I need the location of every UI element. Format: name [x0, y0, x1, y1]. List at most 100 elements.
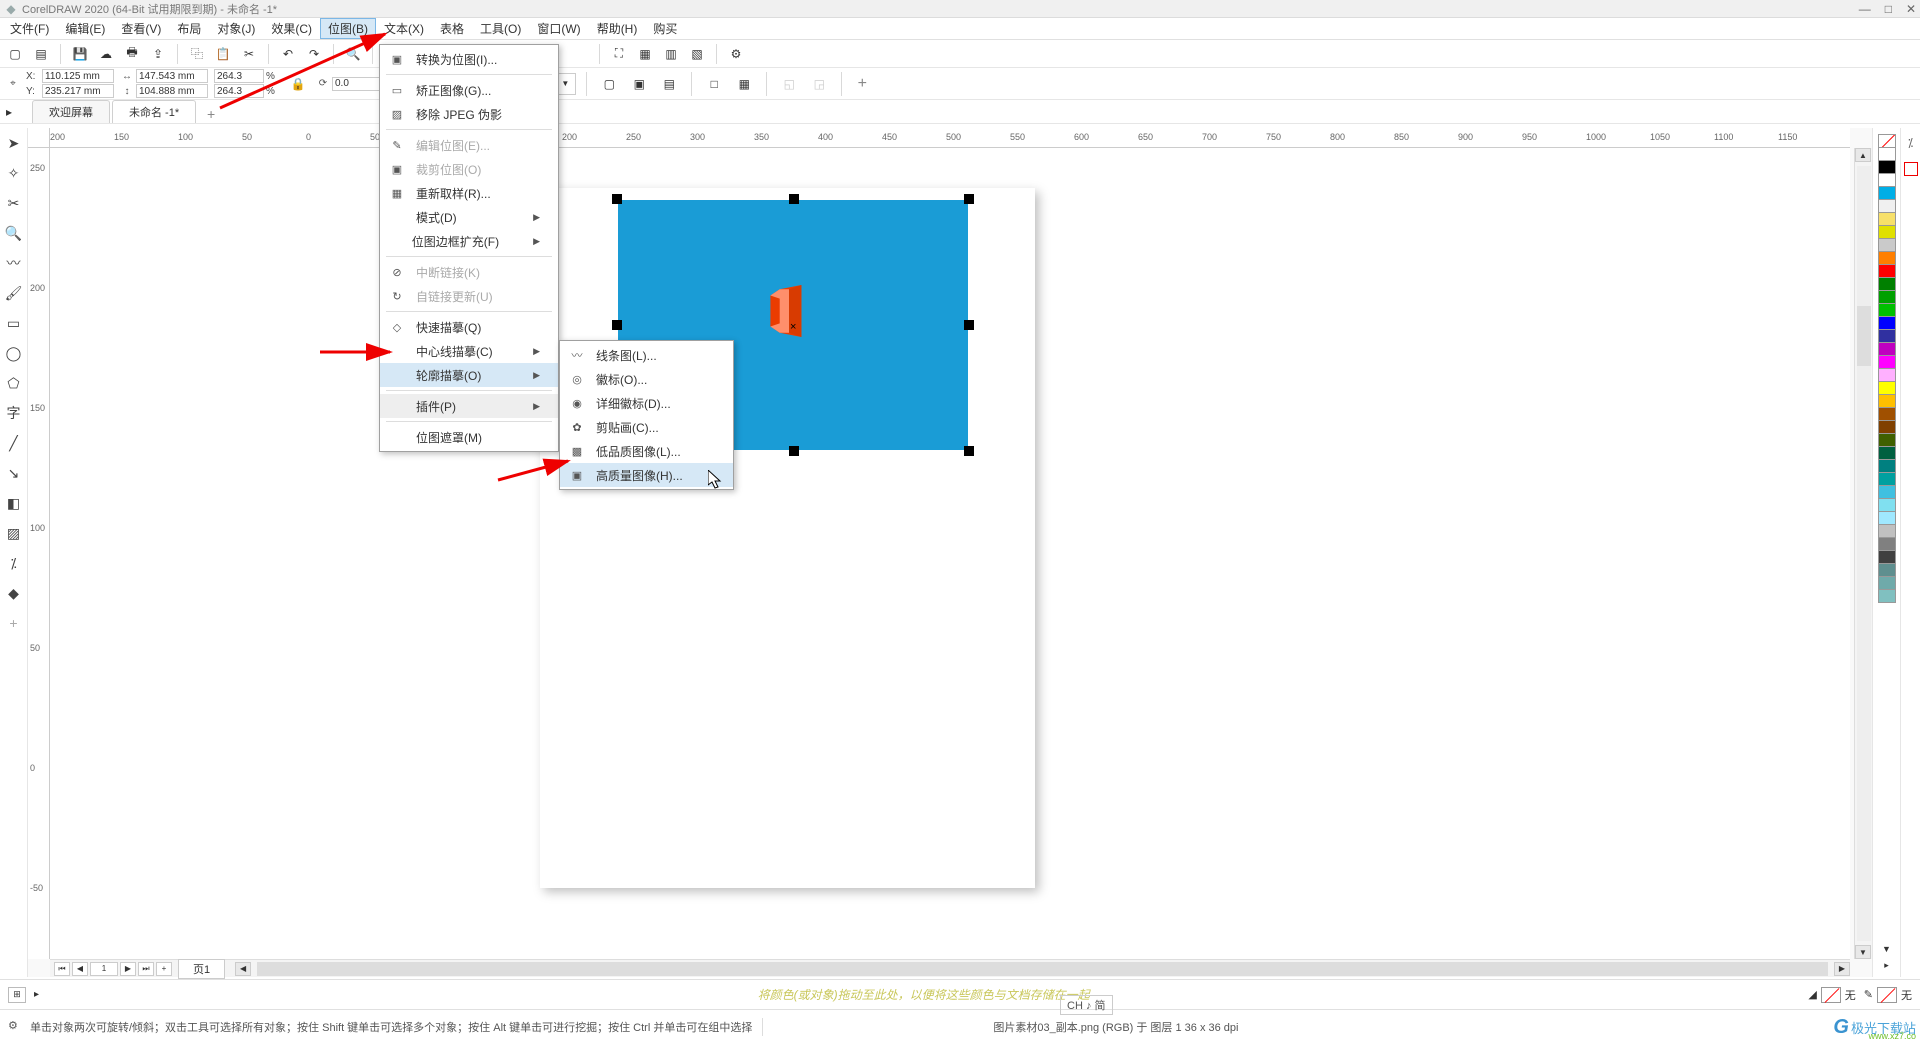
scroll-right-button[interactable]: ▶ [1834, 962, 1850, 976]
color-swatch[interactable] [1878, 394, 1896, 408]
x-input[interactable]: 110.125 mm [42, 69, 114, 83]
minimize-button[interactable]: ― [1859, 2, 1871, 16]
scroll-down-button[interactable]: ▼ [1855, 945, 1871, 959]
page-1-tab[interactable]: 页1 [178, 959, 225, 979]
menuitem-lineart[interactable]: 〰线条图(L)... [560, 343, 733, 367]
fullscreen-button[interactable]: ⛶ [608, 43, 630, 65]
palette-options-icon[interactable]: ▸ [1884, 960, 1889, 971]
menuitem-high-quality[interactable]: ▣高质量图像(H)... [560, 463, 733, 487]
hscroll-thumb[interactable] [257, 962, 1828, 976]
color-swatch[interactable] [1878, 316, 1896, 330]
ellipse-tool[interactable]: ◯ [3, 342, 25, 364]
menuitem-plugins[interactable]: 插件(P)▶ [380, 394, 558, 418]
menuitem-low-quality[interactable]: ▩低品质图像(L)... [560, 439, 733, 463]
menuitem-bitmap-mask[interactable]: 位图遮罩(M) [380, 425, 558, 449]
color-swatch[interactable] [1878, 329, 1896, 343]
save-button[interactable]: 💾 [69, 43, 91, 65]
guides-button[interactable]: ▥ [660, 43, 682, 65]
menu-bitmap[interactable]: 位图(B) [320, 18, 376, 39]
next-page-button[interactable]: ▶ [120, 962, 136, 976]
menu-tools[interactable]: 工具(O) [472, 18, 529, 39]
toolbox-more-button[interactable]: + [3, 612, 25, 634]
menuitem-mode[interactable]: 模式(D)▶ [380, 205, 558, 229]
export-button[interactable]: ⇪ [147, 43, 169, 65]
align-button[interactable]: ▦ [732, 72, 756, 96]
scale-y-input[interactable]: 264.3 [214, 84, 264, 98]
freehand-tool[interactable]: 〰 [3, 252, 25, 274]
color-swatch[interactable] [1878, 511, 1896, 525]
open-button[interactable]: ▤ [30, 43, 52, 65]
new-button[interactable]: ▢ [4, 43, 26, 65]
prev-page-button[interactable]: ◀ [72, 962, 88, 976]
color-swatch[interactable] [1878, 589, 1896, 603]
menuitem-convert-to-bitmap[interactable]: ▣转换为位图(I)... [380, 47, 558, 71]
cloud-button[interactable]: ☁ [95, 43, 117, 65]
vscroll-track[interactable] [1857, 166, 1871, 941]
color-swatch[interactable] [1878, 225, 1896, 239]
color-swatch[interactable] [1878, 212, 1896, 226]
navigator-button[interactable]: ⊞ [8, 987, 26, 1003]
copy-button[interactable]: ⿻ [186, 43, 208, 65]
outline-indicator[interactable]: ✎ 无 [1864, 987, 1912, 1003]
menuitem-remove-jpeg-artifacts[interactable]: ▨移除 JPEG 伪影 [380, 102, 558, 126]
color-swatch[interactable] [1878, 186, 1896, 200]
menuitem-outline-trace[interactable]: 轮廓描摹(O)▶ [380, 363, 558, 387]
scroll-left-button[interactable]: ◀ [235, 962, 251, 976]
order-front-button[interactable]: ◱ [777, 72, 801, 96]
wrap-text-button[interactable]: □ [702, 72, 726, 96]
add-page-button[interactable]: + [156, 962, 172, 976]
tab-add-button[interactable]: + [202, 105, 220, 123]
color-swatch[interactable] [1878, 550, 1896, 564]
add-property-button[interactable]: + [852, 74, 872, 94]
color-swatch[interactable] [1878, 524, 1896, 538]
menu-edit[interactable]: 编辑(E) [57, 18, 113, 39]
scroll-up-button[interactable]: ▲ [1855, 148, 1871, 162]
color-swatch[interactable] [1878, 342, 1896, 356]
menuitem-detailed-logo[interactable]: ◉详细徽标(D)... [560, 391, 733, 415]
menu-layout[interactable]: 布局 [169, 18, 209, 39]
color-swatch[interactable] [1878, 576, 1896, 590]
color-swatch[interactable] [1878, 420, 1896, 434]
color-swatch[interactable] [1878, 160, 1896, 174]
menu-window[interactable]: 窗口(W) [529, 18, 588, 39]
redo-button[interactable]: ↷ [303, 43, 325, 65]
color-swatch[interactable] [1878, 368, 1896, 382]
handle-middle-left[interactable] [612, 320, 622, 330]
color-swatch[interactable] [1878, 433, 1896, 447]
handle-top-left[interactable] [612, 194, 622, 204]
color-swatch[interactable] [1878, 290, 1896, 304]
color-swatch[interactable] [1878, 238, 1896, 252]
parallel-dimension-tool[interactable]: ╱ [3, 432, 25, 454]
paste-button[interactable]: 📋 [212, 43, 234, 65]
rectangle-tool[interactable]: ▭ [3, 312, 25, 334]
page-number-display[interactable]: 1 [90, 962, 118, 976]
color-swatch[interactable] [1878, 355, 1896, 369]
zoom-tool[interactable]: 🔍 [3, 222, 25, 244]
maximize-button[interactable]: □ [1885, 2, 1892, 16]
color-swatch[interactable] [1878, 264, 1896, 278]
palette-scroll-down-icon[interactable]: ▼ [1882, 944, 1891, 954]
menu-view[interactable]: 查看(V) [113, 18, 169, 39]
polygon-tool[interactable]: ⬠ [3, 372, 25, 394]
vertical-scrollbar[interactable]: ▲ ▼ [1854, 148, 1872, 959]
ime-indicator[interactable]: CH ♪ 简 [1060, 995, 1113, 1015]
resample-button[interactable]: ▤ [657, 72, 681, 96]
vertical-ruler[interactable]: 250200150100500-50 [28, 148, 50, 959]
handle-bottom-right[interactable] [964, 446, 974, 456]
color-swatch[interactable] [1878, 303, 1896, 317]
color-swatch[interactable] [1878, 459, 1896, 473]
outline-color-box[interactable] [1877, 987, 1897, 1003]
menu-help[interactable]: 帮助(H) [589, 18, 646, 39]
fill-color-box[interactable] [1821, 987, 1841, 1003]
menuitem-logo[interactable]: ◎徽标(O)... [560, 367, 733, 391]
menu-buy[interactable]: 购买 [645, 18, 685, 39]
menuitem-clipart[interactable]: ✿剪贴画(C)... [560, 415, 733, 439]
handle-top-right[interactable] [964, 194, 974, 204]
no-color-swatch[interactable] [1878, 134, 1896, 148]
scale-x-input[interactable]: 264.3 [214, 69, 264, 83]
eyedropper-docker-icon[interactable]: ⁒ [1908, 136, 1913, 150]
options-button[interactable]: ⚙ [725, 43, 747, 65]
color-swatch[interactable] [1878, 472, 1896, 486]
settings-icon[interactable]: ⚙ [8, 1019, 24, 1035]
menu-table[interactable]: 表格 [432, 18, 472, 39]
